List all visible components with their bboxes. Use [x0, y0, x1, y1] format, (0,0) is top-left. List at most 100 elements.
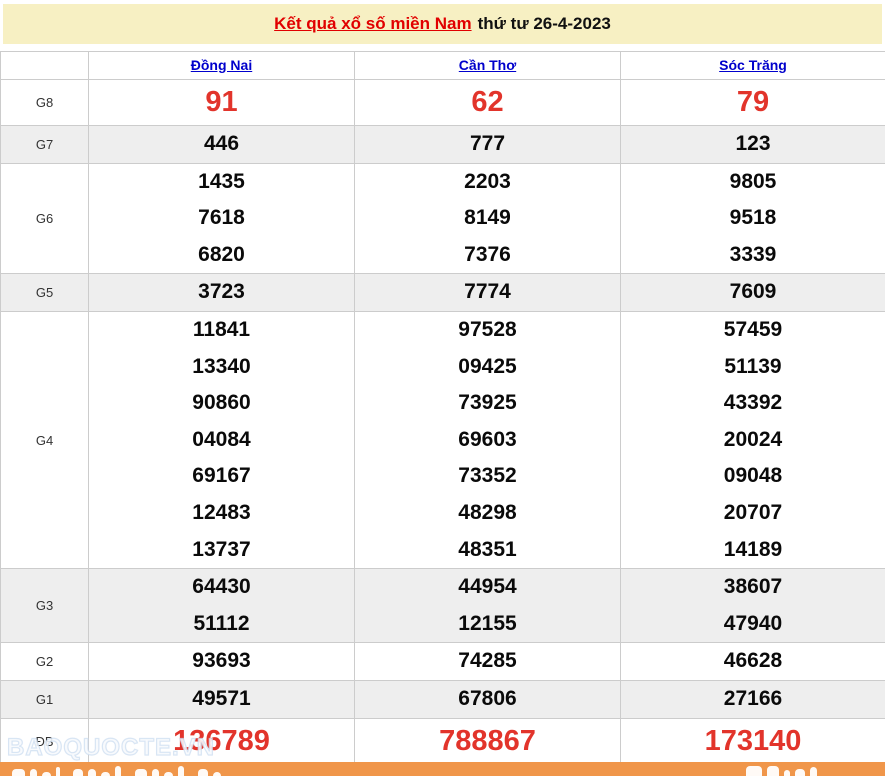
- result-number: 09048: [621, 458, 885, 495]
- result-cell: 49571: [89, 680, 355, 718]
- prize-row-G4: G411841133409086004084691671248313737975…: [1, 311, 885, 568]
- result-cell: 220381497376: [355, 163, 621, 274]
- corner-cell: [1, 52, 89, 80]
- result-cell: 57459511394339220024090482070714189: [621, 311, 885, 568]
- prize-label: ĐB: [1, 718, 89, 764]
- result-number: 46628: [621, 643, 885, 680]
- column-link-soc-trang[interactable]: Sóc Trăng: [719, 57, 787, 73]
- footer-bar: [0, 762, 885, 776]
- result-number: 62: [355, 80, 620, 125]
- result-number: 67806: [355, 681, 620, 718]
- prize-label: G3: [1, 569, 89, 643]
- title-link[interactable]: Kết quả xổ số miền Nam: [274, 14, 471, 34]
- prize-row-G1: G1495716780627166: [1, 680, 885, 718]
- result-number: 20707: [621, 495, 885, 532]
- result-number: 14189: [621, 532, 885, 569]
- result-cell: 123: [621, 126, 885, 164]
- result-number: 136789: [89, 719, 354, 764]
- prize-label: G4: [1, 311, 89, 568]
- result-number: 9518: [621, 200, 885, 237]
- result-cell: 143576186820: [89, 163, 355, 274]
- result-number: 48351: [355, 532, 620, 569]
- result-number: 12155: [355, 606, 620, 643]
- result-number: 44954: [355, 569, 620, 606]
- prize-label: G1: [1, 680, 89, 718]
- result-cell: 79: [621, 80, 885, 126]
- result-number: 51139: [621, 349, 885, 386]
- column-link-can-tho[interactable]: Cần Thơ: [459, 57, 516, 73]
- result-number: 09425: [355, 349, 620, 386]
- result-number: 74285: [355, 643, 620, 680]
- result-number: 7376: [355, 237, 620, 274]
- result-cell: 4495412155: [355, 569, 621, 643]
- result-cell: 74285: [355, 643, 621, 681]
- result-cell: 62: [355, 80, 621, 126]
- result-number: 123: [621, 126, 885, 163]
- prize-label: G5: [1, 274, 89, 312]
- result-cell: 67806: [355, 680, 621, 718]
- prize-label: G2: [1, 643, 89, 681]
- results-table-body: G8916279G7446777123G61435761868202203814…: [1, 80, 885, 765]
- result-cell: 11841133409086004084691671248313737: [89, 311, 355, 568]
- result-cell: 6443051112: [89, 569, 355, 643]
- header-row: Đồng Nai Cần Thơ Sóc Trăng: [1, 52, 885, 80]
- result-cell: 97528094257392569603733524829848351: [355, 311, 621, 568]
- result-cell: 93693: [89, 643, 355, 681]
- result-number: 47940: [621, 606, 885, 643]
- result-number: 12483: [89, 495, 354, 532]
- result-number: 69603: [355, 422, 620, 459]
- result-cell: 46628: [621, 643, 885, 681]
- result-cell: 7609: [621, 274, 885, 312]
- result-number: 97528: [355, 312, 620, 349]
- result-number: 13340: [89, 349, 354, 386]
- title-date: thứ tư 26-4-2023: [478, 14, 611, 34]
- prize-row-G5: G5372377747609: [1, 274, 885, 312]
- prize-row-G7: G7446777123: [1, 126, 885, 164]
- result-number: 11841: [89, 312, 354, 349]
- result-number: 38607: [621, 569, 885, 606]
- result-number: 91: [89, 80, 354, 125]
- result-number: 69167: [89, 458, 354, 495]
- result-number: 2203: [355, 164, 620, 201]
- result-number: 27166: [621, 681, 885, 718]
- column-header-soc-trang: Sóc Trăng: [621, 52, 885, 80]
- prize-label: G7: [1, 126, 89, 164]
- result-number: 3723: [89, 274, 354, 311]
- result-cell: 7774: [355, 274, 621, 312]
- results-table-head: Đồng Nai Cần Thơ Sóc Trăng: [1, 52, 885, 80]
- prize-row-G8: G8916279: [1, 80, 885, 126]
- result-number: 9805: [621, 164, 885, 201]
- prize-row-G2: G2936937428546628: [1, 643, 885, 681]
- result-number: 446: [89, 126, 354, 163]
- result-cell: 173140: [621, 718, 885, 764]
- result-number: 777: [355, 126, 620, 163]
- column-header-can-tho: Cần Thơ: [355, 52, 621, 80]
- result-cell: 446: [89, 126, 355, 164]
- clipped-text-fragment-icon: [12, 766, 221, 776]
- column-link-dong-nai[interactable]: Đồng Nai: [191, 57, 252, 73]
- result-number: 04084: [89, 422, 354, 459]
- result-number: 788867: [355, 719, 620, 764]
- page-title: Kết quả xổ số miền Nam thứ tư 26-4-2023: [3, 4, 882, 44]
- result-cell: 788867: [355, 718, 621, 764]
- result-cell: 980595183339: [621, 163, 885, 274]
- result-cell: 27166: [621, 680, 885, 718]
- prize-label: G6: [1, 163, 89, 274]
- result-number: 173140: [621, 719, 885, 764]
- result-cell: 136789: [89, 718, 355, 764]
- prize-row-G6: G6143576186820220381497376980595183339: [1, 163, 885, 274]
- result-cell: 91: [89, 80, 355, 126]
- result-number: 93693: [89, 643, 354, 680]
- result-number: 57459: [621, 312, 885, 349]
- result-number: 51112: [89, 606, 354, 643]
- prize-label: G8: [1, 80, 89, 126]
- result-number: 13737: [89, 532, 354, 569]
- result-number: 43392: [621, 385, 885, 422]
- column-header-dong-nai: Đồng Nai: [89, 52, 355, 80]
- result-number: 73925: [355, 385, 620, 422]
- result-number: 79: [621, 80, 885, 125]
- results-table: Đồng NaiCần ThơSóc Trăng G8916279G744677…: [0, 51, 885, 765]
- result-number: 73352: [355, 458, 620, 495]
- result-number: 7609: [621, 274, 885, 311]
- result-number: 6820: [89, 237, 354, 274]
